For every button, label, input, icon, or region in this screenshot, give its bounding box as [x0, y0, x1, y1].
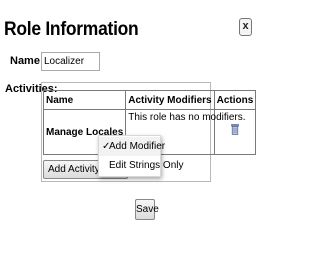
- dialog-title: Role Information: [4, 19, 139, 40]
- column-header-actions: Actions: [213, 90, 257, 110]
- name-input[interactable]: [41, 52, 100, 71]
- menu-item-edit-strings-only[interactable]: Edit Strings Only: [99, 156, 183, 175]
- trash-icon[interactable]: [231, 124, 239, 136]
- menu-item-label: Add Modifier: [109, 141, 166, 152]
- checkmark-icon: ✓: [102, 141, 111, 152]
- close-button[interactable]: x: [239, 18, 252, 36]
- column-header-name: Name: [42, 90, 127, 110]
- modifier-context-menu: ✓ Add Modifier Edit Strings Only: [98, 135, 183, 177]
- menu-item-add-modifier[interactable]: ✓ Add Modifier: [99, 137, 165, 156]
- role-information-dialog: Role Information x Name: Activities: Nam…: [0, 0, 257, 256]
- table-header-row: Name Activity Modifiers Actions: [42, 90, 257, 110]
- save-button[interactable]: Save: [135, 199, 159, 220]
- modifiers-text: This role has no modifiers.: [128, 112, 246, 123]
- name-label: Name:: [10, 55, 44, 67]
- column-header-activity-modifiers: Activity Modifiers: [125, 90, 215, 110]
- menu-item-label: Edit Strings Only: [109, 160, 184, 171]
